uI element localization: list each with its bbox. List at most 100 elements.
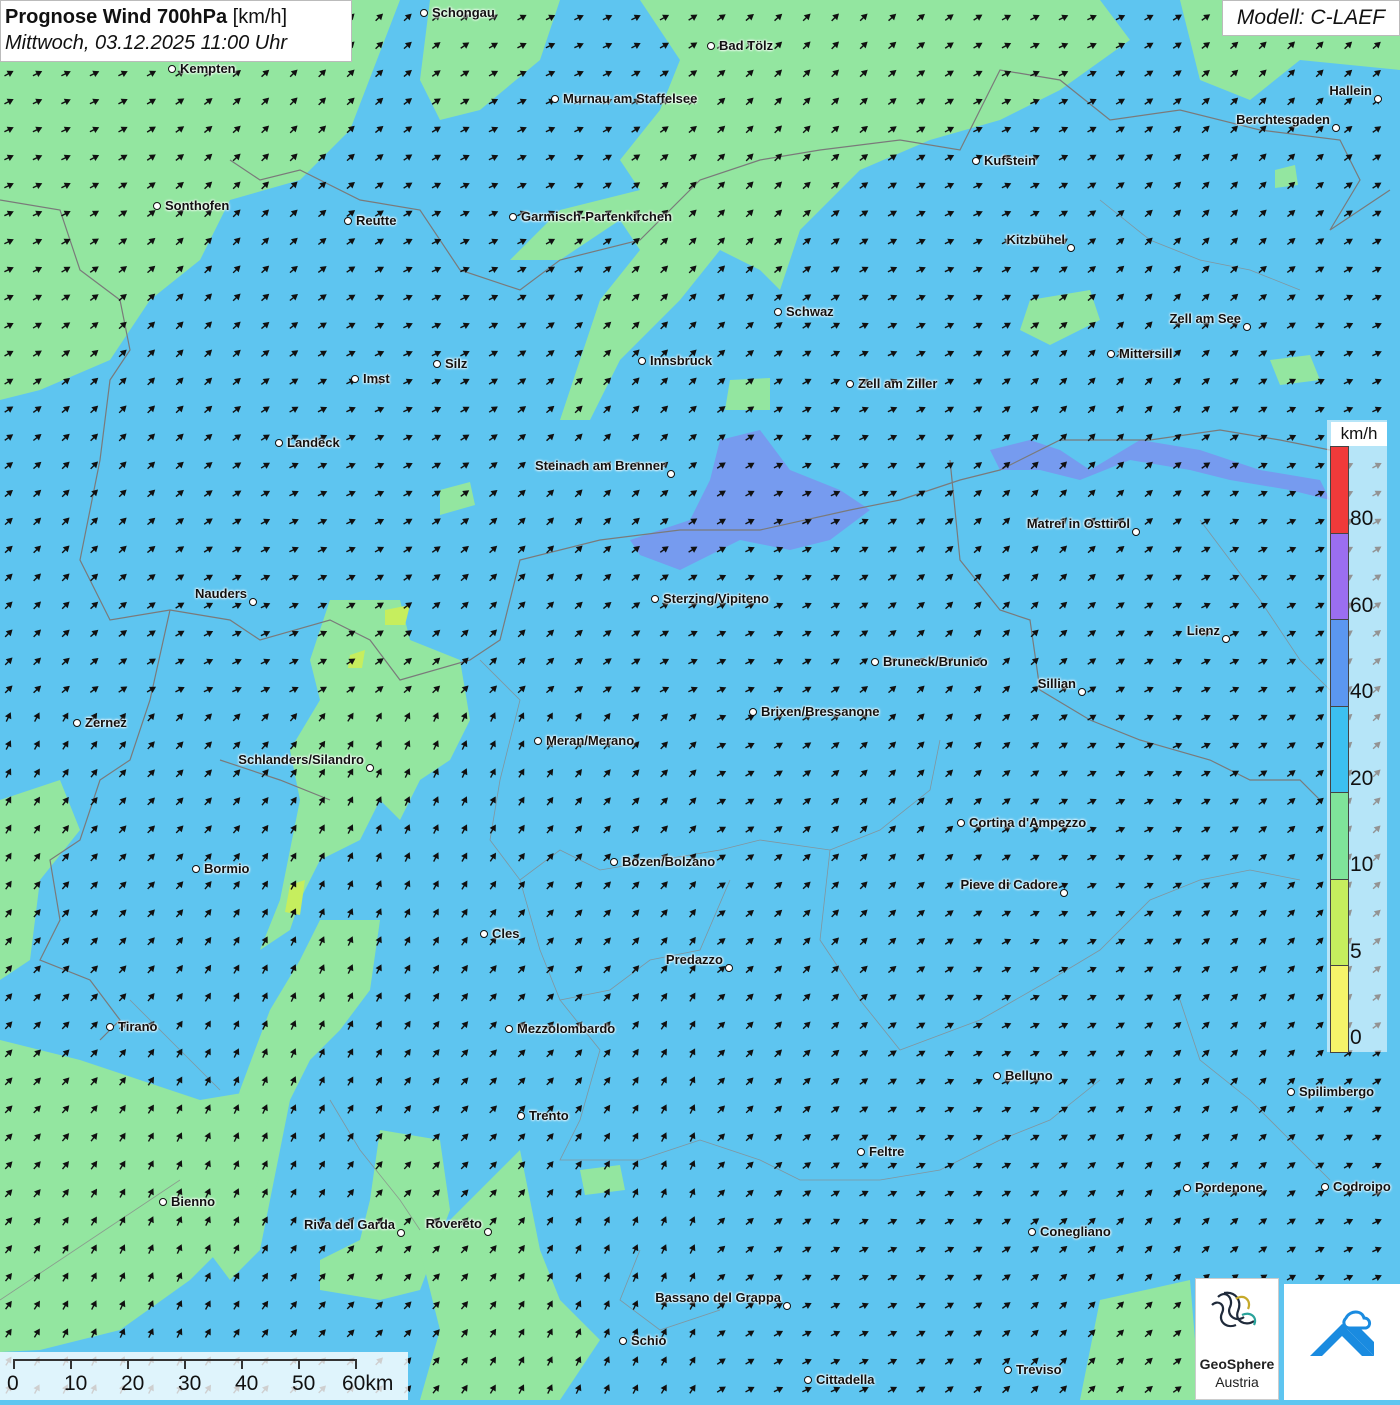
- city-marker-berchtesgaden: [1331, 123, 1340, 132]
- legend-label: 60: [1350, 593, 1374, 617]
- city-marker-bad-toelz: [706, 41, 715, 50]
- city-label-mittersill: Mittersill: [1119, 346, 1173, 361]
- scale-tick: [13, 1359, 15, 1369]
- city-marker-cortina: [956, 818, 965, 827]
- city-label-kitzbuehel: Kitzbühel: [1006, 232, 1066, 247]
- city-label-zell-am-ziller: Zell am Ziller: [858, 376, 938, 391]
- legend-swatch: [1330, 619, 1349, 707]
- city-label-bad-toelz: Bad Tölz: [719, 38, 774, 53]
- city-label-cittadella: Cittadella: [816, 1372, 875, 1387]
- city-marker-kufstein: [971, 156, 980, 165]
- city-label-codroipo: Codroipo: [1333, 1179, 1391, 1194]
- city-label-cles: Cles: [492, 926, 520, 941]
- scale-tick: [127, 1359, 129, 1369]
- city-label-bruneck: Bruneck/Brunico: [883, 654, 988, 669]
- city-marker-cittadella: [803, 1375, 812, 1384]
- legend-swatch: [1330, 705, 1349, 793]
- scale-label: 60km: [342, 1372, 394, 1395]
- city-marker-bassano: [782, 1301, 791, 1310]
- forecast-datetime: Mittwoch, 03.12.2025 11:00 Uhr: [5, 32, 288, 54]
- city-marker-silz: [432, 359, 441, 368]
- city-label-bassano: Bassano del Grappa: [655, 1290, 781, 1305]
- city-marker-feltre: [856, 1147, 865, 1156]
- scale-label: 40: [235, 1372, 259, 1395]
- partner-logo: [1284, 1284, 1400, 1400]
- city-marker-pordenone: [1182, 1183, 1191, 1192]
- city-label-imst: Imst: [363, 371, 390, 386]
- city-label-sonthofen: Sonthofen: [165, 198, 230, 213]
- city-label-zell-am-see: Zell am See: [1169, 311, 1241, 326]
- city-label-meran: Meran/Merano: [546, 733, 635, 748]
- city-label-pordenone: Pordenone: [1195, 1180, 1263, 1195]
- city-label-sterzing: Sterzing/Vipiteno: [663, 591, 769, 606]
- city-label-tirano: Tirano: [118, 1019, 158, 1034]
- city-marker-pieve: [1059, 888, 1068, 897]
- legend-label: 80: [1350, 507, 1374, 530]
- city-marker-matrei: [1131, 527, 1140, 536]
- city-label-bormio: Bormio: [204, 861, 250, 876]
- city-marker-sterzing: [650, 594, 659, 603]
- city-marker-zell-am-see: [1242, 322, 1251, 331]
- city-label-kempten: Kempten: [180, 61, 236, 76]
- city-marker-kempten: [167, 64, 176, 73]
- city-marker-codroipo: [1320, 1182, 1329, 1191]
- city-marker-trento: [516, 1111, 525, 1120]
- city-label-rovereto: Rovereto: [425, 1216, 482, 1231]
- city-marker-rovereto: [483, 1227, 492, 1236]
- city-marker-garmisch: [508, 212, 517, 221]
- city-label-bozen: Bozen/Bolzano: [622, 854, 716, 869]
- city-marker-meran: [533, 736, 542, 745]
- city-marker-cles: [479, 929, 488, 938]
- city-label-treviso: Treviso: [1016, 1362, 1062, 1377]
- city-label-riva: Riva del Garda: [303, 1217, 395, 1232]
- city-label-zernez: Zernez: [85, 715, 127, 730]
- city-label-schlanders: Schlanders/Silandro: [238, 752, 364, 767]
- city-marker-landeck: [274, 438, 283, 447]
- city-marker-sonthofen: [152, 201, 161, 210]
- legend-swatch: [1330, 532, 1349, 620]
- city-marker-conegliano: [1027, 1227, 1036, 1236]
- legend-label: 10: [1350, 853, 1374, 876]
- city-marker-bruneck: [870, 657, 879, 666]
- city-marker-schlanders: [365, 763, 374, 772]
- model-label: Modell: C-LAEF: [1222, 0, 1400, 36]
- city-label-silz: Silz: [445, 356, 468, 371]
- legend-label: 5: [1350, 939, 1362, 963]
- city-marker-innsbruck: [637, 356, 646, 365]
- legend-swatch: [1330, 446, 1349, 534]
- legend-swatch: [1330, 792, 1349, 880]
- city-label-nauders: Nauders: [194, 586, 247, 601]
- legend-label: 0: [1350, 1026, 1362, 1049]
- geosphere-text: GeoSphere Austria: [1199, 1356, 1275, 1390]
- city-label-cortina: Cortina d'Ampezzo: [969, 815, 1087, 830]
- scale-tick: [241, 1359, 243, 1369]
- scale-label: 0: [7, 1372, 19, 1395]
- city-label-schwaz: Schwaz: [786, 304, 834, 319]
- scale-tick: [355, 1359, 357, 1369]
- city-marker-zernez: [72, 718, 81, 727]
- legend-unit: km/h: [1331, 422, 1387, 446]
- city-label-pieve: Pieve di Cadore: [960, 877, 1058, 892]
- city-marker-schwaz: [773, 307, 782, 316]
- city-marker-mittersill: [1106, 349, 1115, 358]
- legend-label: 40: [1350, 680, 1374, 703]
- city-label-steinach: Steinach am Brenner: [534, 458, 665, 473]
- city-label-bienno: Bienno: [171, 1194, 216, 1209]
- city-label-innsbruck: Innsbruck: [650, 353, 713, 368]
- city-label-mezzolombardo: Mezzolombardo: [517, 1021, 616, 1036]
- scale-label: 50: [292, 1372, 316, 1395]
- city-label-brixen: Brixen/Bressanone: [761, 704, 880, 719]
- city-label-kufstein: Kufstein: [984, 153, 1036, 168]
- legend-swatch: [1330, 878, 1349, 966]
- city-marker-reutte: [343, 216, 352, 225]
- scale-tick: [298, 1359, 300, 1369]
- city-marker-imst: [350, 374, 359, 383]
- scale-label: 10: [64, 1372, 88, 1395]
- city-label-trento: Trento: [529, 1108, 569, 1123]
- scale-label: 30: [178, 1372, 202, 1395]
- city-label-spilimbergo: Spilimbergo: [1299, 1084, 1375, 1099]
- scale-tick: [70, 1359, 72, 1369]
- city-marker-kitzbuehel: [1066, 243, 1075, 252]
- city-label-lienz: Lienz: [1186, 623, 1220, 638]
- city-marker-riva: [396, 1228, 405, 1237]
